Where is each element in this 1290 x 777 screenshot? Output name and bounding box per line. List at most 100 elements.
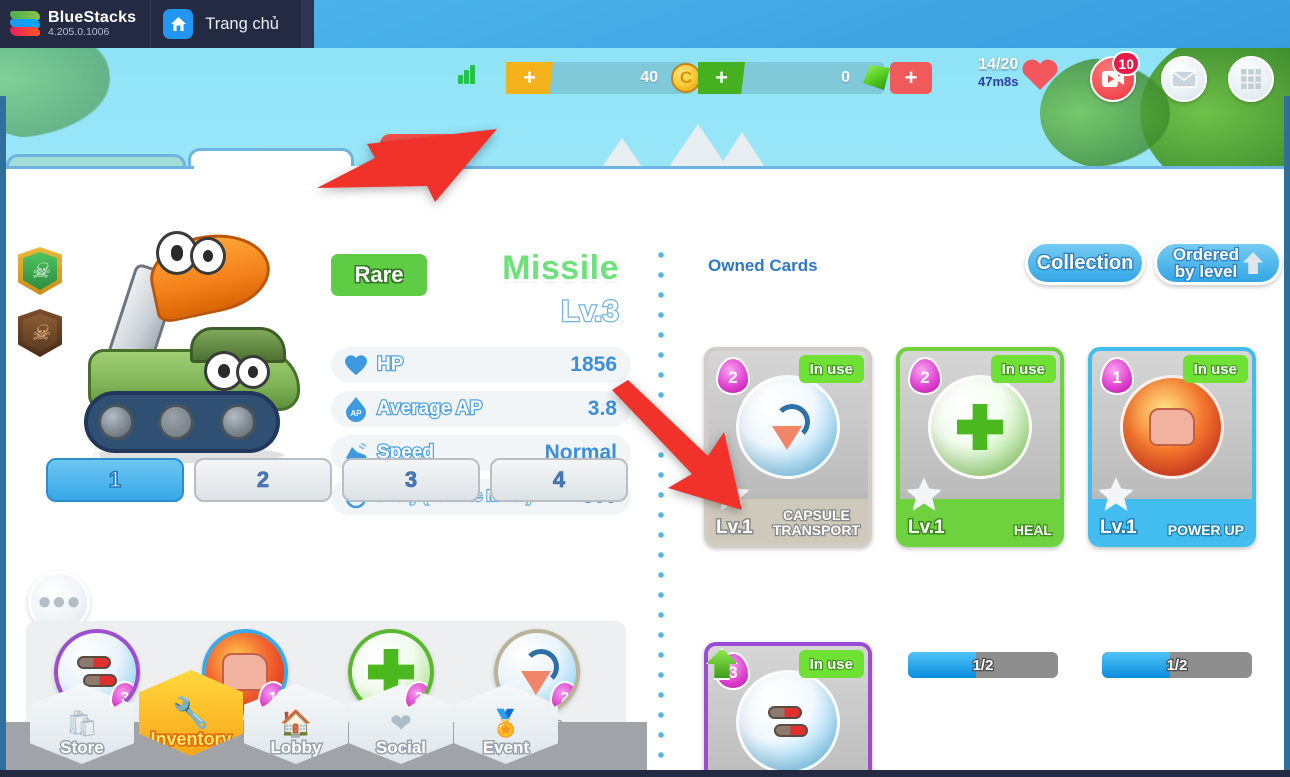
rank-emblem-gold[interactable]: ☠ — [18, 247, 62, 295]
rank-emblem-bronze[interactable]: ☠ — [18, 309, 62, 357]
missile-eye-icon — [190, 237, 226, 275]
hearts-value: 14/20 — [978, 56, 1019, 73]
nav-label: Lobby — [269, 737, 323, 759]
wrench-icon: 🔧 — [172, 697, 210, 730]
owned-cards-title: Owned Cards — [708, 256, 818, 275]
bluestacks-logo-icon — [10, 11, 40, 37]
progress-label: 1/2 — [1165, 655, 1188, 674]
double-fire-orb-icon — [736, 670, 840, 770]
app-version: 4.205.0.1006 — [48, 25, 110, 38]
stat-label: HP — [376, 353, 405, 377]
bluestacks-brand: BlueStacks 4.205.0.1006 — [0, 0, 150, 48]
nav-label: Store — [59, 737, 106, 759]
gem-currency-bar[interactable]: + 0 — [698, 62, 890, 94]
tank-eye-icon — [236, 355, 270, 389]
svg-text:AP: AP — [350, 409, 362, 418]
card-footer: Lv.1 POWER UP — [1092, 499, 1252, 543]
add-gem-button[interactable]: + — [698, 62, 745, 94]
heart-icon: ❤ — [390, 708, 412, 738]
add-heart-button[interactable]: + — [890, 62, 936, 94]
medal-icon: 🏅 — [489, 708, 523, 738]
card-footer: Lv.1 HEAL — [900, 499, 1060, 543]
mail-button[interactable] — [1161, 56, 1207, 102]
nav-label: Event — [481, 737, 530, 759]
item-level: Lv.3 — [560, 294, 620, 330]
app-name: BlueStacks — [48, 8, 137, 26]
deck-slot-4[interactable]: 4 — [490, 458, 628, 502]
heart-icon — [1022, 58, 1058, 90]
stat-label: Average AP — [376, 397, 484, 421]
tank-track-icon — [84, 391, 280, 453]
tank-character-preview — [58, 223, 328, 481]
card-name: HEAL — [1013, 521, 1054, 539]
card-progress-power-up: 1/2 — [1102, 652, 1252, 678]
ordered-button-label: Ordered by level — [1172, 245, 1241, 282]
heart-refill-timer: 47m8s — [978, 74, 1019, 89]
deck-slot-3[interactable]: 3 — [342, 458, 480, 502]
cost-badge: 2 — [404, 681, 430, 711]
card-progress-heal: 1/2 — [908, 652, 1058, 678]
capsule-gun-icon — [762, 702, 814, 742]
fist-icon — [1149, 408, 1195, 446]
ordered-by-level-button[interactable]: Ordered by level — [1154, 241, 1282, 285]
card-level: Lv.1 — [1099, 516, 1139, 540]
collection-button[interactable]: Collection — [1025, 241, 1145, 285]
tab-fortress-m[interactable]: FORTRESS M — [300, 0, 1290, 433]
game-viewport: + 40 C + 0 + 14/20 47m8s 10 ☠ ☠ Rare Mis… — [0, 48, 1290, 770]
cost-badge: 3 — [110, 681, 136, 711]
owned-card-heal[interactable]: 2 In use Lv.1 HEAL — [896, 347, 1064, 547]
heart-icon — [341, 350, 371, 380]
fist-icon — [222, 653, 268, 691]
in-use-badge: In use — [990, 355, 1056, 383]
capsule-transport-orb-icon — [736, 375, 840, 479]
in-use-badge: In use — [798, 355, 864, 383]
card-level: Lv.1 — [907, 516, 947, 540]
gem-value: 0 — [841, 69, 850, 86]
ap-drop-icon: AP — [341, 394, 371, 424]
cost-badge: 2 — [550, 681, 576, 711]
video-badge: 10 — [1112, 51, 1140, 76]
arrow-pointing-item-tab — [317, 129, 497, 202]
chat-bubble-icon: ●●● — [37, 588, 81, 615]
skull-icon: ☠ — [30, 259, 50, 283]
hearts-counter: 14/20 47m8s — [978, 56, 1018, 89]
arrow-down-icon — [766, 404, 810, 450]
owned-card-power-up[interactable]: 1 In use Lv.1 POWER UP — [1088, 347, 1256, 547]
bluestacks-window: BlueStacks 4.205.0.1006 Trang chủ FORTRE… — [0, 0, 1290, 777]
cross-icon — [957, 404, 1003, 450]
tab-label: Trang chủ — [205, 14, 279, 33]
home-icon — [163, 9, 194, 39]
card-name: CAPSULE TRANSPORT — [772, 506, 862, 539]
power-up-orb-icon — [1120, 375, 1224, 479]
arrow-pointing-capsule-card — [612, 380, 742, 510]
coin-icon: C — [671, 63, 701, 93]
in-use-badge: In use — [1182, 355, 1248, 383]
rarity-badge: Rare — [331, 254, 427, 296]
signal-strength-icon — [458, 60, 475, 84]
window-edge-left — [0, 96, 6, 770]
add-gold-button[interactable]: + — [506, 62, 553, 94]
deck-slot-2[interactable]: 2 — [194, 458, 332, 502]
apps-grid-button[interactable] — [1228, 56, 1274, 102]
window-footer — [0, 770, 1290, 777]
house-icon: 🏠 — [279, 708, 313, 738]
tab-trang-chu[interactable]: Trang chủ — [150, 0, 301, 48]
heal-orb-icon — [928, 375, 1032, 479]
video-ads-button[interactable]: 10 — [1090, 51, 1140, 102]
bag-icon: 🛍 — [65, 708, 99, 738]
top-hud: + 40 C + 0 + 14/20 47m8s 10 — [0, 48, 1290, 154]
progress-label: 1/2 — [971, 655, 994, 674]
stat-row-average-ap: AP Average AP 3.8 — [331, 391, 631, 427]
deck-slot-1[interactable]: 1 — [46, 458, 184, 502]
window-edge-right — [1284, 96, 1290, 770]
titlebar: BlueStacks 4.205.0.1006 Trang chủ FORTRE… — [0, 0, 1290, 433]
card-level: Lv.1 — [715, 516, 755, 540]
gold-currency-bar[interactable]: + 40 C — [506, 62, 701, 94]
stat-row-hp: HP 1856 — [331, 347, 631, 383]
in-use-badge: In use — [798, 650, 864, 678]
card-name: POWER UP — [1166, 521, 1245, 539]
nav-label: Social — [374, 737, 427, 759]
item-name: Missile — [502, 249, 619, 287]
sort-up-arrow-icon — [1243, 252, 1264, 274]
cost-badge: 1 — [258, 681, 284, 711]
